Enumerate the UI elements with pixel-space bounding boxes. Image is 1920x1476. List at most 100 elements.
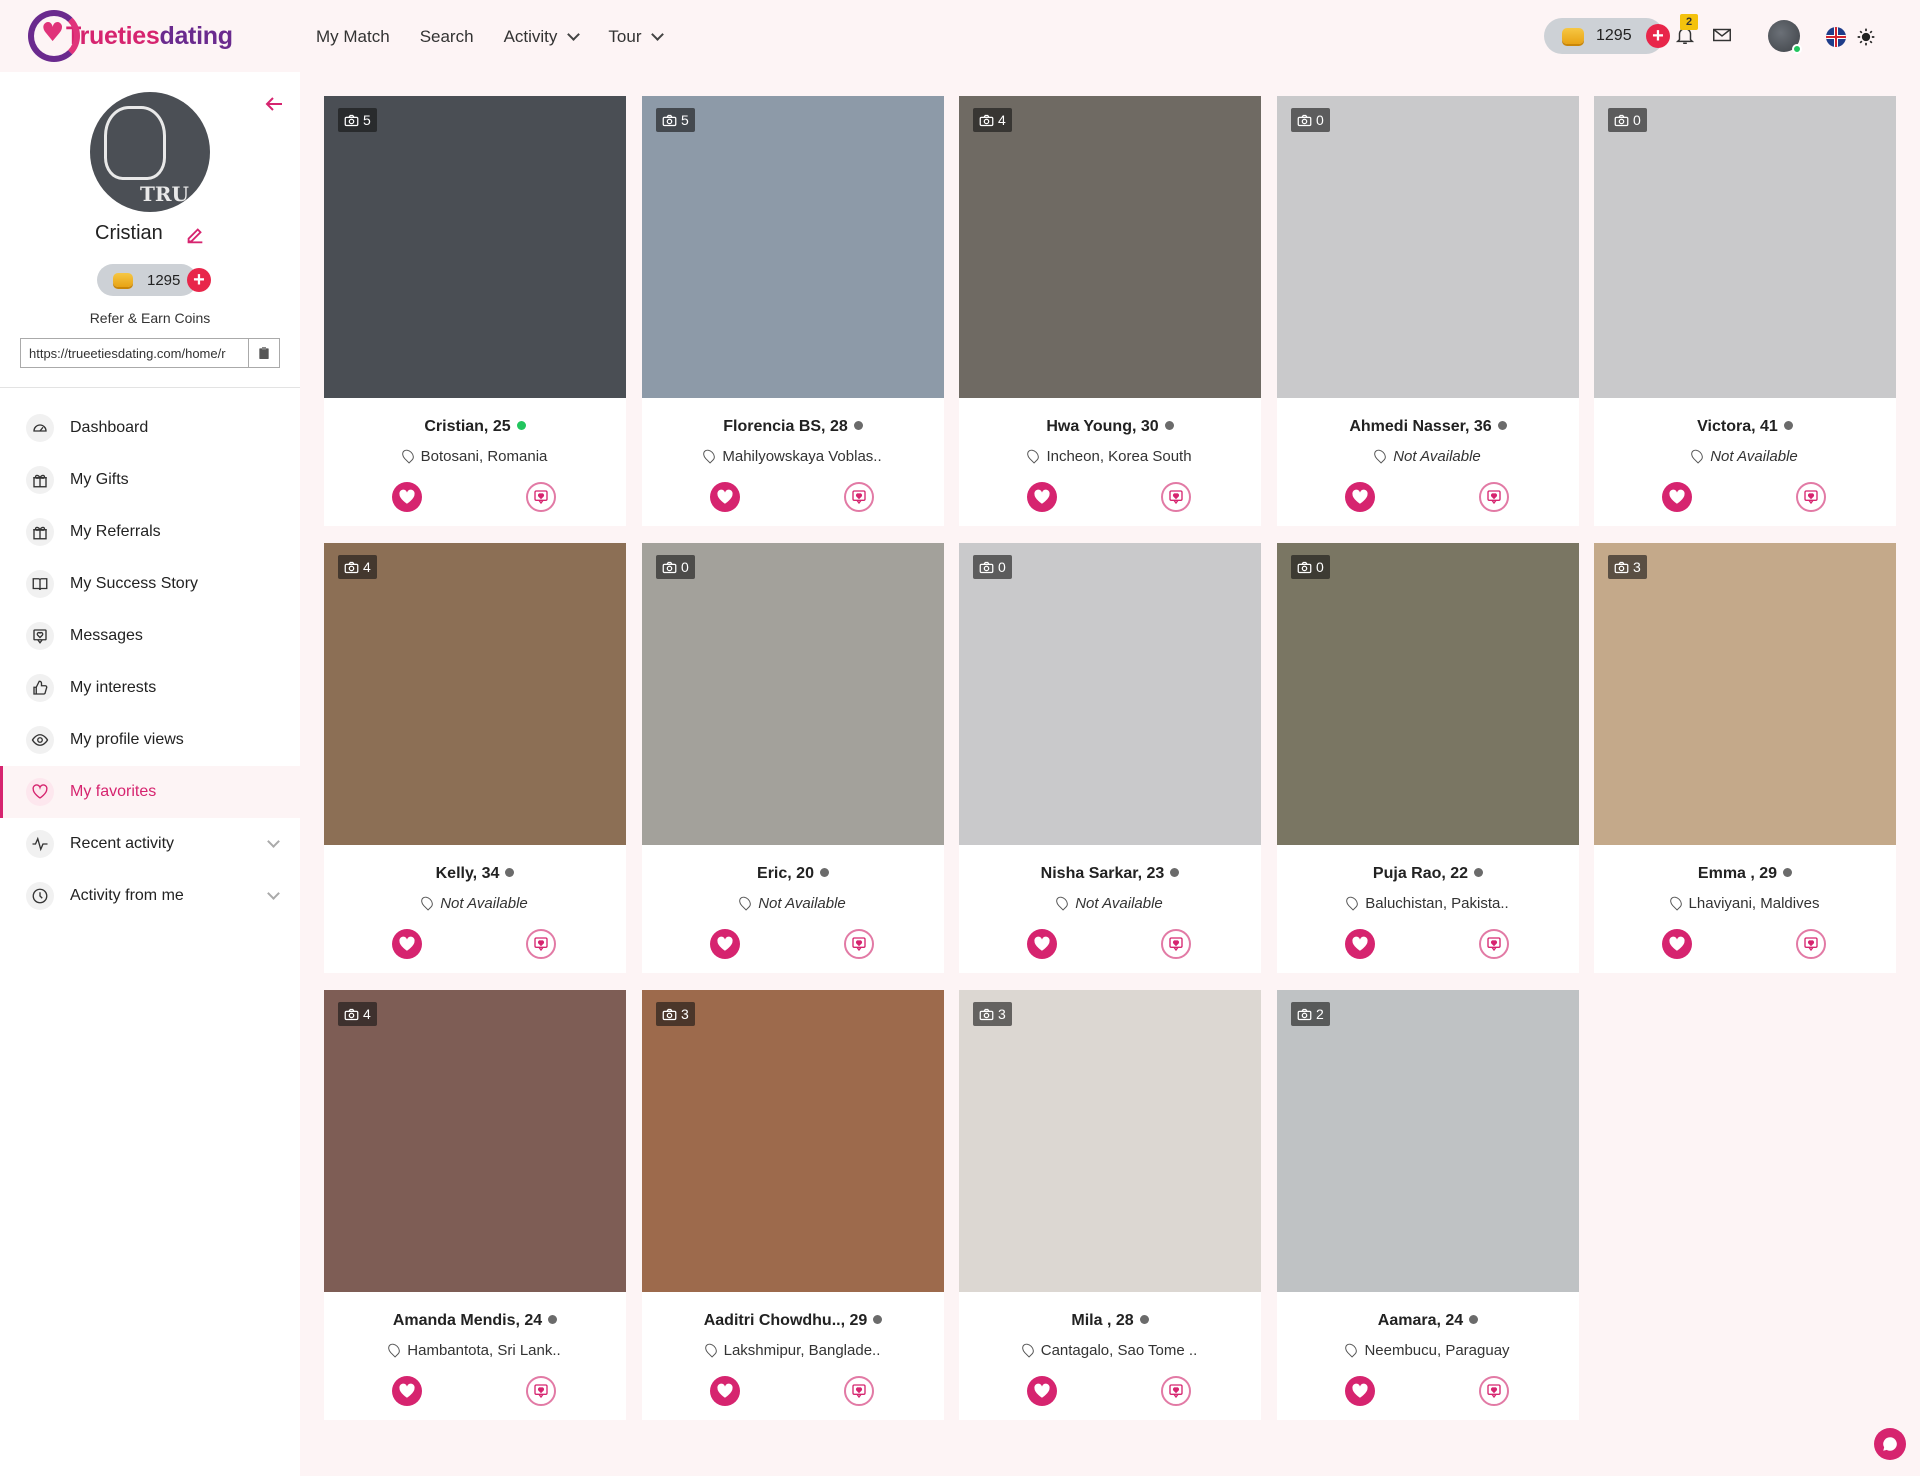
profile-card[interactable]: 0 Eric, 20 Not Available	[642, 543, 944, 973]
sun-icon[interactable]	[1856, 27, 1876, 47]
profile-photo[interactable]: 2	[1277, 990, 1579, 1292]
profile-name-age[interactable]: Cristian, 25	[324, 418, 626, 436]
profile-card[interactable]: 5 Cristian, 25 Botosani, Romania	[324, 96, 626, 526]
profile-card[interactable]: 4 Kelly, 34 Not Available	[324, 543, 626, 973]
nav-tour[interactable]: Tour	[608, 22, 665, 52]
favorite-button[interactable]	[1027, 482, 1057, 512]
add-coins-button[interactable]: +	[1646, 24, 1670, 48]
send-message-button[interactable]	[1161, 1376, 1191, 1406]
uk-flag-icon[interactable]	[1826, 27, 1846, 47]
profile-card[interactable]: 5 Florencia BS, 28 Mahilyowskaya Voblas.…	[642, 96, 944, 526]
coin-balance[interactable]: 1295 +	[1544, 18, 1670, 54]
profile-name-age[interactable]: Ahmedi Nasser, 36	[1277, 418, 1579, 436]
send-message-button[interactable]	[526, 482, 556, 512]
profile-photo[interactable]: 3	[1594, 543, 1896, 845]
send-message-button[interactable]	[526, 1376, 556, 1406]
sidebar-item-activity-from-me[interactable]: Activity from me	[0, 870, 300, 922]
send-message-button[interactable]	[1479, 482, 1509, 512]
send-message-button[interactable]	[1796, 929, 1826, 959]
profile-name-age[interactable]: Aaditri Chowdhu.., 29	[642, 1312, 944, 1330]
profile-name-age[interactable]: Emma , 29	[1594, 865, 1896, 883]
favorite-button[interactable]	[1662, 929, 1692, 959]
favorite-button[interactable]	[1345, 482, 1375, 512]
profile-card[interactable]: 4 Hwa Young, 30 Incheon, Korea South	[959, 96, 1261, 526]
profile-name-age[interactable]: Mila , 28	[959, 1312, 1261, 1330]
mail-icon[interactable]	[1711, 24, 1733, 46]
profile-card[interactable]: 0 Nisha Sarkar, 23 Not Available	[959, 543, 1261, 973]
sidebar-item-messages[interactable]: Messages	[0, 610, 300, 662]
favorite-button[interactable]	[1345, 1376, 1375, 1406]
sidebar-item-recent-activity[interactable]: Recent activity	[0, 818, 300, 870]
profile-name-age[interactable]: Puja Rao, 22	[1277, 865, 1579, 883]
send-message-button[interactable]	[1479, 929, 1509, 959]
sidebar-item-my-profile-views[interactable]: My profile views	[0, 714, 300, 766]
edit-icon[interactable]	[184, 224, 206, 246]
send-message-button[interactable]	[1161, 929, 1191, 959]
sidebar-item-my-gifts[interactable]: My Gifts	[0, 454, 300, 506]
referral-link-field[interactable]	[20, 338, 248, 368]
nav-activity[interactable]: Activity	[504, 22, 581, 52]
send-message-button[interactable]	[844, 929, 874, 959]
profile-name-age[interactable]: Nisha Sarkar, 23	[959, 865, 1261, 883]
profile-photo[interactable]: 0	[1277, 96, 1579, 398]
profile-name-age[interactable]: Kelly, 34	[324, 865, 626, 883]
profile-photo[interactable]: 4	[324, 543, 626, 845]
profile-card[interactable]: 3 Emma , 29 Lhaviyani, Maldives	[1594, 543, 1896, 973]
copy-link-button[interactable]	[248, 338, 280, 368]
profile-card[interactable]: 4 Amanda Mendis, 24 Hambantota, Sri Lank…	[324, 990, 626, 1420]
profile-card[interactable]: 0 Victora, 41 Not Available	[1594, 96, 1896, 526]
profile-photo[interactable]: 0	[1277, 543, 1579, 845]
sidebar-item-my-interests[interactable]: My interests	[0, 662, 300, 714]
profile-name-age[interactable]: Hwa Young, 30	[959, 418, 1261, 436]
profile-photo[interactable]: 3	[642, 990, 944, 1292]
sidebar-item-my-favorites[interactable]: My favorites	[0, 766, 300, 818]
profile-name-age[interactable]: Amanda Mendis, 24	[324, 1312, 626, 1330]
profile-photo[interactable]: 5	[324, 96, 626, 398]
profile-photo[interactable]: 5	[642, 96, 944, 398]
send-message-button[interactable]	[844, 1376, 874, 1406]
nav-my-match[interactable]: My Match	[316, 22, 390, 52]
brand-logo[interactable]: Truetiesdating	[28, 8, 238, 64]
sidebar-coin-balance[interactable]: 1295 +	[97, 264, 211, 296]
profile-photo[interactable]: 4	[959, 96, 1261, 398]
send-message-button[interactable]	[1479, 1376, 1509, 1406]
favorite-button[interactable]	[710, 482, 740, 512]
favorite-button[interactable]	[392, 482, 422, 512]
profile-name-age[interactable]: Eric, 20	[642, 865, 944, 883]
profile-photo[interactable]: 4	[324, 990, 626, 1292]
favorite-button[interactable]	[1027, 929, 1057, 959]
sidebar-item-my-referrals[interactable]: My Referrals	[0, 506, 300, 558]
send-message-button[interactable]	[844, 482, 874, 512]
send-message-button[interactable]	[1161, 482, 1191, 512]
profile-name-age[interactable]: Aamara, 24	[1277, 1312, 1579, 1330]
profile-name-age[interactable]: Florencia BS, 28	[642, 418, 944, 436]
profile-photo[interactable]: 0	[959, 543, 1261, 845]
send-message-button[interactable]	[1796, 482, 1826, 512]
favorite-button[interactable]	[1027, 1376, 1057, 1406]
add-coins-button[interactable]: +	[187, 268, 211, 292]
profile-avatar[interactable]: TRU	[90, 92, 210, 212]
chat-button[interactable]	[1874, 1428, 1906, 1460]
photo-count-badge: 0	[1608, 108, 1647, 132]
profile-photo[interactable]: 0	[1594, 96, 1896, 398]
sidebar-item-dashboard[interactable]: Dashboard	[0, 402, 300, 454]
profile-card[interactable]: 0 Puja Rao, 22 Baluchistan, Pakista..	[1277, 543, 1579, 973]
profile-card[interactable]: 3 Mila , 28 Cantagalo, Sao Tome ..	[959, 990, 1261, 1420]
profile-photo[interactable]: 3	[959, 990, 1261, 1292]
status-dot	[1164, 421, 1174, 430]
favorite-button[interactable]	[392, 929, 422, 959]
favorite-button[interactable]	[392, 1376, 422, 1406]
nav-search[interactable]: Search	[420, 22, 474, 52]
arrow-left-icon[interactable]	[262, 92, 286, 116]
profile-card[interactable]: 2 Aamara, 24 Neembucu, Paraguay	[1277, 990, 1579, 1420]
profile-name-age[interactable]: Victora, 41	[1594, 418, 1896, 436]
profile-card[interactable]: 0 Ahmedi Nasser, 36 Not Available	[1277, 96, 1579, 526]
favorite-button[interactable]	[1345, 929, 1375, 959]
profile-photo[interactable]: 0	[642, 543, 944, 845]
favorite-button[interactable]	[710, 929, 740, 959]
send-message-button[interactable]	[526, 929, 556, 959]
sidebar-item-my-success-story[interactable]: My Success Story	[0, 558, 300, 610]
profile-card[interactable]: 3 Aaditri Chowdhu.., 29 Lakshmipur, Bang…	[642, 990, 944, 1420]
favorite-button[interactable]	[1662, 482, 1692, 512]
favorite-button[interactable]	[710, 1376, 740, 1406]
